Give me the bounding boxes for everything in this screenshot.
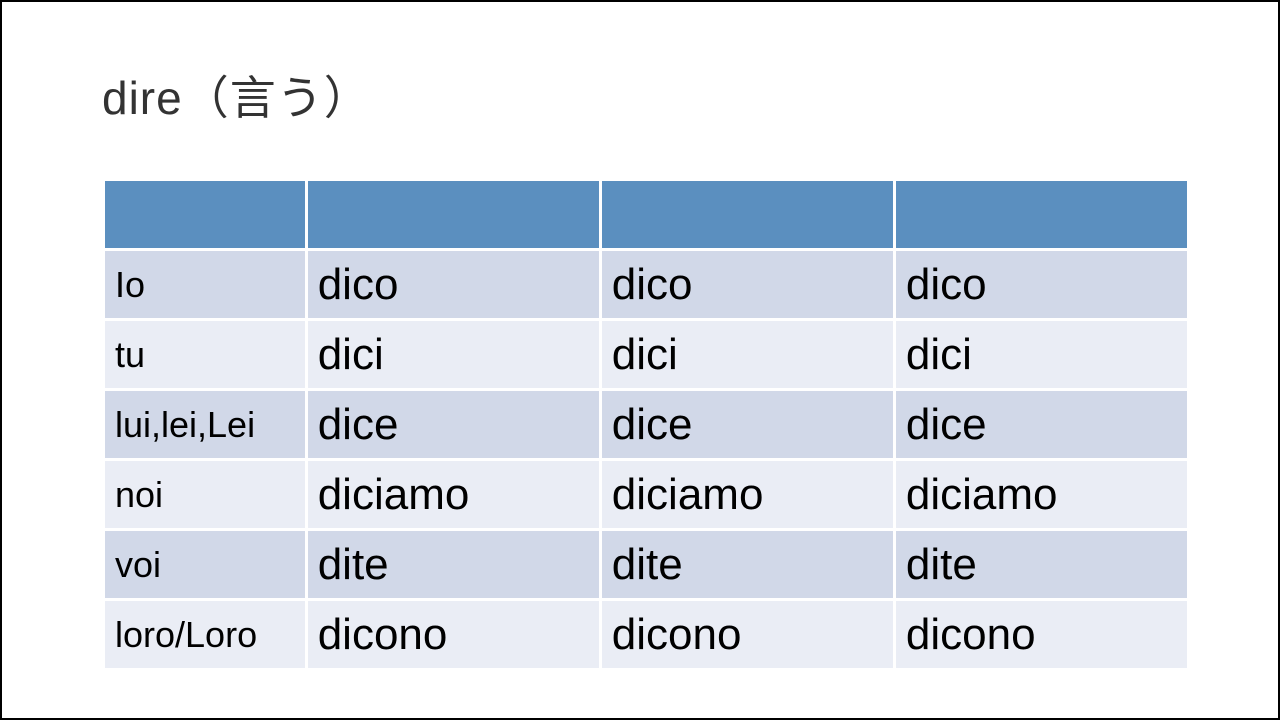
conjugation-cell: dicono — [600, 600, 894, 670]
conjugation-cell: diciamo — [306, 460, 600, 530]
conjugation-cell: dico — [306, 250, 600, 320]
conjugation-cell: diciamo — [894, 460, 1188, 530]
table-header-row — [104, 180, 1189, 250]
slide: dire（言う） Io dico dico dico tu dici dici … — [2, 2, 1278, 711]
table-row: tu dici dici dici — [104, 320, 1189, 390]
header-cell — [306, 180, 600, 250]
conjugation-cell: dicono — [894, 600, 1188, 670]
conjugation-cell: dice — [306, 390, 600, 460]
table-row: voi dite dite dite — [104, 530, 1189, 600]
conjugation-cell: dici — [600, 320, 894, 390]
pronoun-cell: lui,lei,Lei — [104, 390, 307, 460]
header-cell — [894, 180, 1188, 250]
table-row: noi diciamo diciamo diciamo — [104, 460, 1189, 530]
conjugation-cell: dite — [600, 530, 894, 600]
conjugation-cell: dice — [894, 390, 1188, 460]
conjugation-cell: dico — [894, 250, 1188, 320]
header-cell — [104, 180, 307, 250]
conjugation-cell: dico — [600, 250, 894, 320]
conjugation-cell: dicono — [306, 600, 600, 670]
header-cell — [600, 180, 894, 250]
pronoun-cell: voi — [104, 530, 307, 600]
table-row: loro/Loro dicono dicono dicono — [104, 600, 1189, 670]
conjugation-cell: dite — [306, 530, 600, 600]
pronoun-cell: loro/Loro — [104, 600, 307, 670]
conjugation-cell: dite — [894, 530, 1188, 600]
pronoun-cell: Io — [104, 250, 307, 320]
conjugation-cell: dice — [600, 390, 894, 460]
conjugation-cell: dici — [894, 320, 1188, 390]
table-row: lui,lei,Lei dice dice dice — [104, 390, 1189, 460]
pronoun-cell: noi — [104, 460, 307, 530]
pronoun-cell: tu — [104, 320, 307, 390]
table-row: Io dico dico dico — [104, 250, 1189, 320]
conjugation-cell: dici — [306, 320, 600, 390]
conjugation-cell: diciamo — [600, 460, 894, 530]
conjugation-table: Io dico dico dico tu dici dici dici lui,… — [102, 178, 1190, 671]
page-title: dire（言う） — [102, 62, 1188, 128]
